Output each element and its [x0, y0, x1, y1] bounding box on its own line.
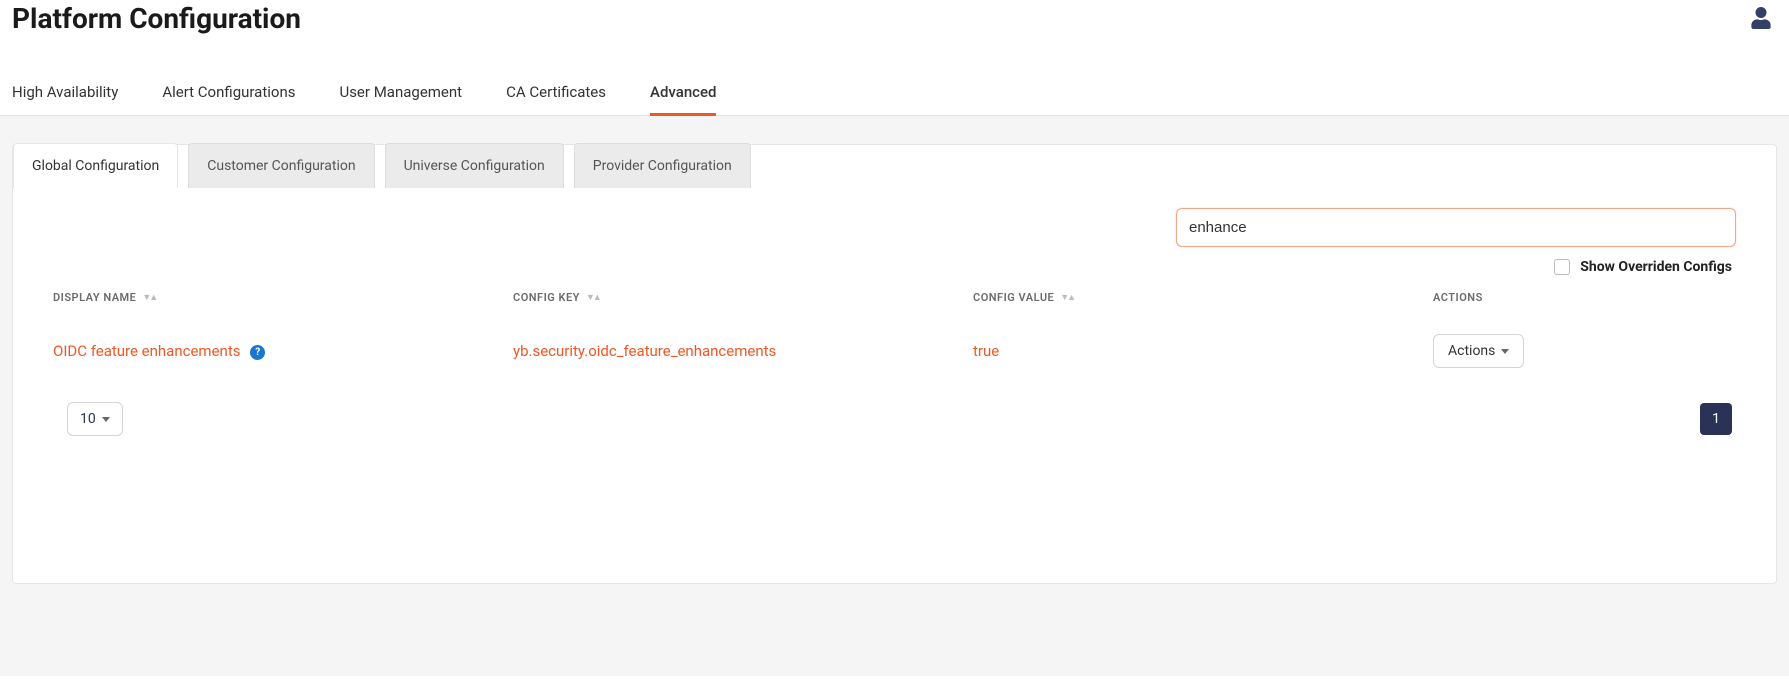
chevron-down-icon: [1501, 349, 1509, 354]
col-config-value-label: CONFIG VALUE: [973, 291, 1054, 304]
subtab-universe-configuration[interactable]: Universe Configuration: [385, 143, 564, 188]
tab-ca-certificates[interactable]: CA Certificates: [506, 69, 606, 115]
show-overridden-checkbox[interactable]: [1554, 259, 1570, 275]
sort-icon: ▼▲: [142, 292, 156, 303]
row-config-value: true: [973, 342, 1433, 360]
col-config-key-label: CONFIG KEY: [513, 291, 580, 304]
sub-tabs: Global Configuration Customer Configurat…: [13, 144, 1776, 188]
subtab-global-configuration[interactable]: Global Configuration: [13, 143, 178, 188]
page-size-value: 10: [80, 411, 96, 427]
show-overridden-label: Show Overriden Configs: [1580, 259, 1732, 275]
table-row: OIDC feature enhancements ? yb.security.…: [53, 310, 1736, 374]
sort-icon: ▼▲: [1060, 292, 1074, 303]
tab-high-availability[interactable]: High Availability: [12, 69, 118, 115]
col-actions: ACTIONS: [1433, 291, 1736, 304]
config-card: Global Configuration Customer Configurat…: [12, 144, 1777, 584]
search-input[interactable]: [1176, 208, 1736, 247]
row-config-key: yb.security.oidc_feature_enhancements: [513, 342, 973, 360]
tab-alert-configurations[interactable]: Alert Configurations: [162, 69, 295, 115]
sort-icon: ▼▲: [586, 292, 600, 303]
col-display-name[interactable]: DISPLAY NAME ▼▲: [53, 291, 513, 304]
subtab-customer-configuration[interactable]: Customer Configuration: [188, 143, 374, 188]
page-button-1[interactable]: 1: [1700, 403, 1732, 435]
col-config-key[interactable]: CONFIG KEY ▼▲: [513, 291, 973, 304]
user-icon[interactable]: [1751, 7, 1777, 35]
main-tabs: High Availability Alert Configurations U…: [0, 69, 1789, 116]
page-size-select[interactable]: 10: [67, 402, 123, 436]
col-display-name-label: DISPLAY NAME: [53, 291, 136, 304]
chevron-down-icon: [102, 417, 110, 422]
row-actions-label: Actions: [1448, 343, 1495, 359]
col-actions-label: ACTIONS: [1433, 291, 1483, 304]
row-actions-button[interactable]: Actions: [1433, 334, 1524, 368]
tab-advanced[interactable]: Advanced: [650, 69, 716, 115]
pagination: 1: [1700, 403, 1736, 435]
col-config-value[interactable]: CONFIG VALUE ▼▲: [973, 291, 1433, 304]
help-icon[interactable]: ?: [250, 345, 265, 360]
config-table: DISPLAY NAME ▼▲ CONFIG KEY ▼▲ CONFIG VAL…: [53, 285, 1736, 374]
row-display-name[interactable]: OIDC feature enhancements: [53, 342, 240, 360]
page-title: Platform Configuration: [12, 0, 301, 41]
subtab-provider-configuration[interactable]: Provider Configuration: [574, 143, 751, 188]
tab-user-management[interactable]: User Management: [339, 69, 462, 115]
